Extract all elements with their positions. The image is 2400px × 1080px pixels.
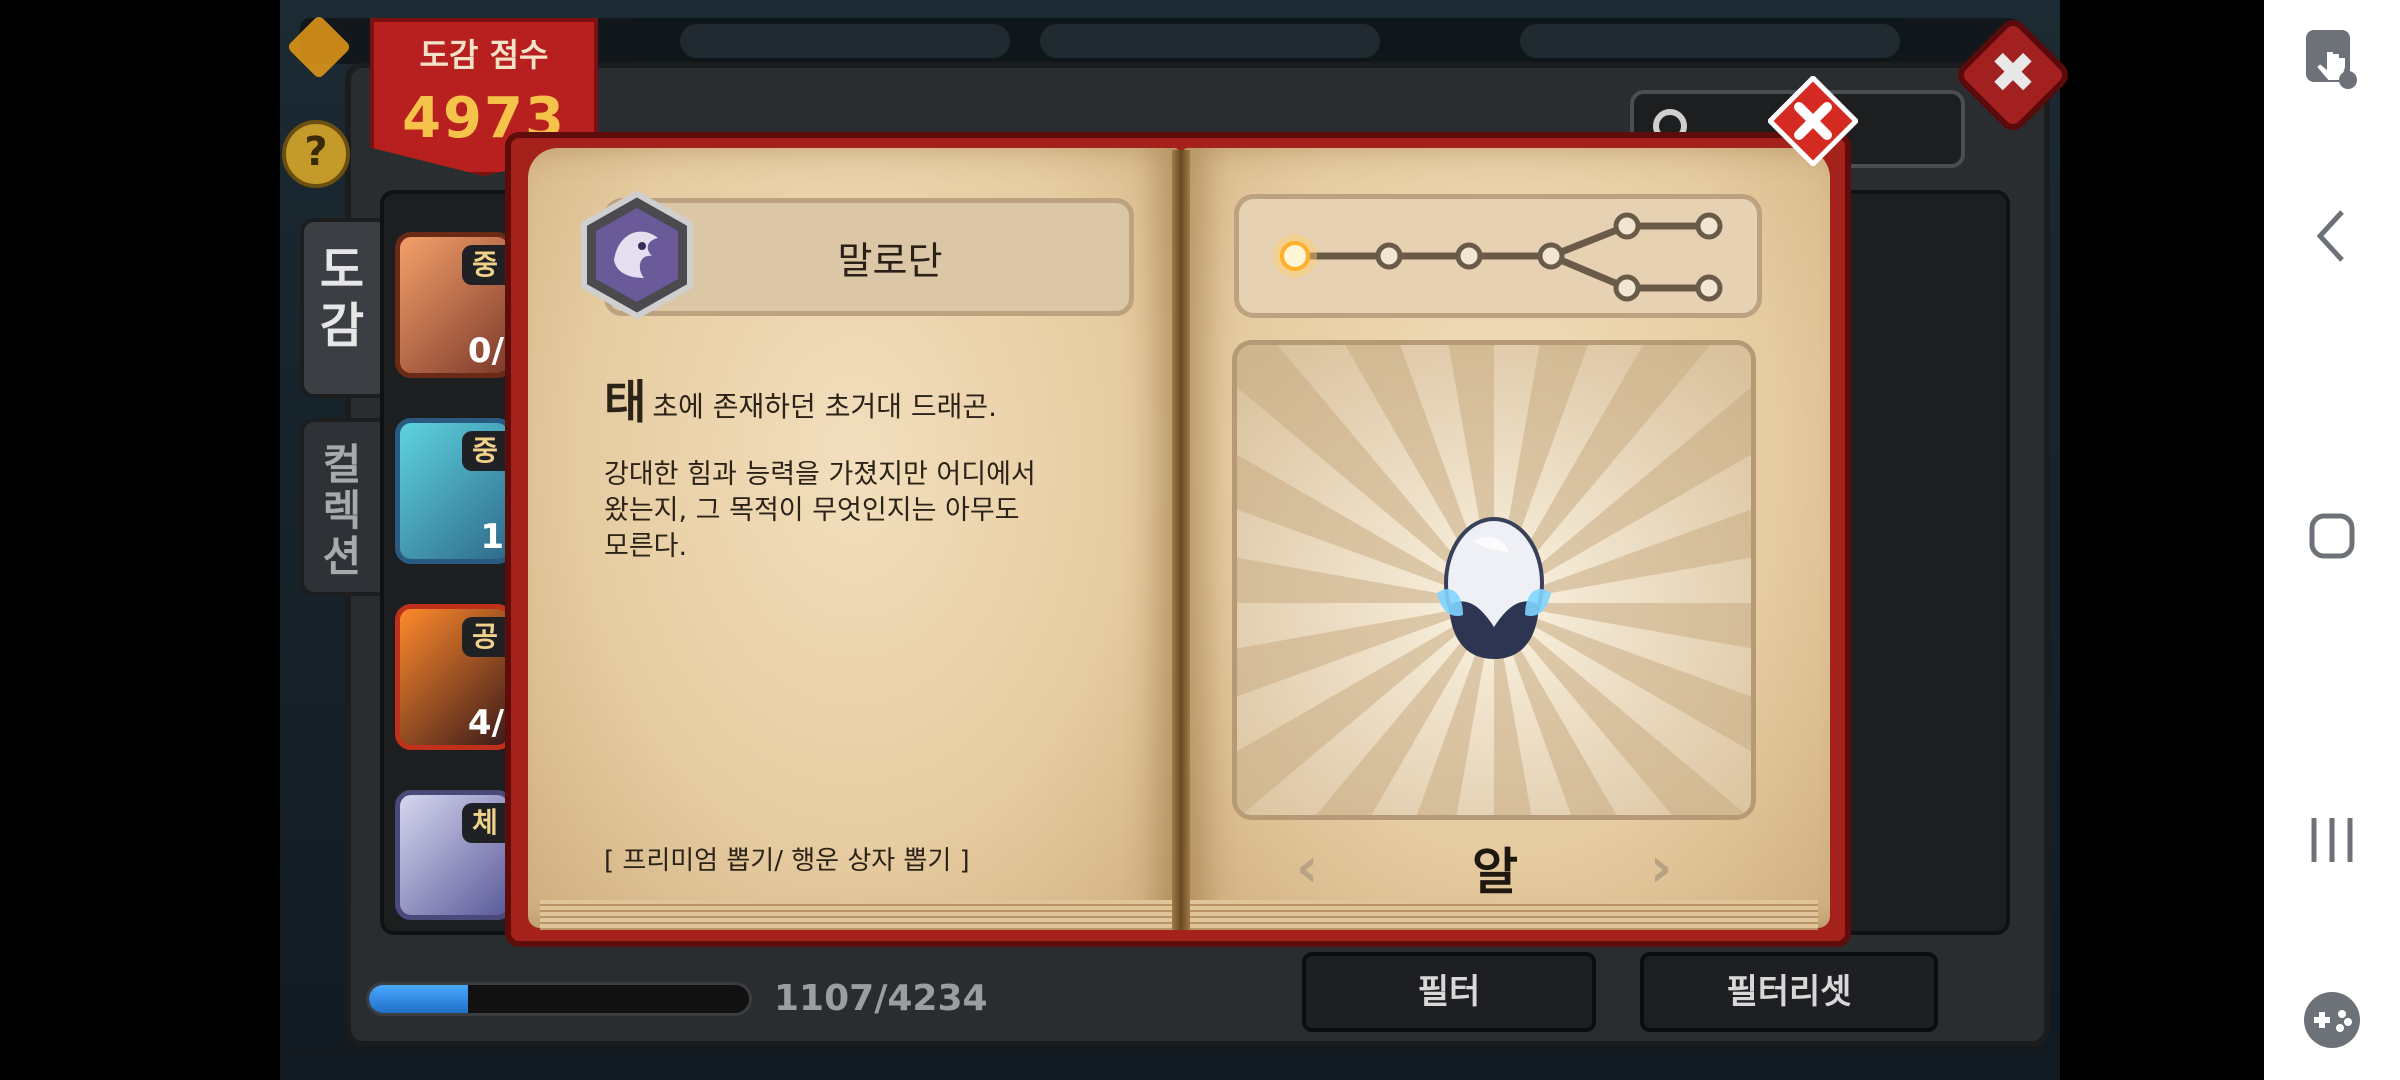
evolution-path [1273, 212, 1723, 302]
list-item[interactable]: 체 [395, 790, 513, 920]
home-icon[interactable] [2292, 496, 2372, 576]
card-tag: 중 [462, 431, 508, 471]
monster-name: 말로단 [837, 239, 943, 283]
resource-pill [1520, 24, 1900, 58]
description-line: 왔는지, 그 목적이 무엇인지는 아무도 [604, 495, 1020, 526]
card-count: 4/ [467, 703, 504, 743]
back-chevron-icon[interactable] [2292, 196, 2372, 276]
resource-pill [680, 24, 1010, 58]
resource-pill [1040, 24, 1380, 58]
evolution-node[interactable] [1613, 212, 1641, 240]
tab-dogam[interactable]: 도감 [300, 218, 384, 398]
description-dropcap: 태 [604, 375, 647, 429]
list-item[interactable]: 중 0/ [395, 232, 513, 378]
monster-artwork [1232, 340, 1756, 820]
android-nav-bar [2264, 0, 2400, 1080]
evolution-node[interactable] [1613, 274, 1641, 302]
evolution-node[interactable] [1695, 274, 1723, 302]
evolution-node-active[interactable] [1280, 241, 1310, 271]
close-x-icon: ✖ [1989, 41, 2037, 106]
game-tools-icon[interactable] [2292, 980, 2372, 1060]
help-icon[interactable]: ? [282, 120, 350, 188]
evolution-tree [1234, 194, 1762, 318]
tab-collection[interactable]: 컬렉션 [300, 418, 384, 596]
evolution-node[interactable] [1695, 212, 1723, 240]
page-edges [1186, 900, 1818, 930]
collection-progress-bar [366, 982, 752, 1016]
description-line: 모른다. [604, 531, 688, 562]
filter-button[interactable]: 필터 [1302, 952, 1596, 1032]
score-label: 도감 점수 [419, 36, 549, 74]
description-line: 강대한 힘과 능력을 가졌지만 어디에서 [604, 459, 1036, 490]
prev-stage-arrow[interactable]: ‹ [1296, 836, 1318, 899]
card-count: 1 [480, 517, 504, 557]
card-count: 0/ [467, 331, 504, 371]
book-spine [1172, 150, 1190, 930]
page-edges [540, 900, 1176, 930]
sunburst-background [1237, 345, 1751, 815]
evolution-stage-name: 알 [1472, 843, 1518, 901]
next-stage-arrow[interactable]: › [1650, 836, 1672, 899]
description-first-line: 초에 존재하던 초거대 드래곤. [652, 390, 998, 423]
book-close-button[interactable] [1768, 76, 1858, 166]
game-screen: ✖ 도감 컬렉션 중 0/ 중1 공 4/ 체 도감 점수 4973 ? 1107/… [0, 0, 2264, 1080]
card-tag: 체 [462, 803, 508, 843]
evolution-node[interactable] [1375, 242, 1403, 270]
card-tag: 중 [462, 245, 508, 285]
list-item[interactable]: 중1 [395, 418, 513, 564]
evolution-node[interactable] [1537, 242, 1565, 270]
acquire-source: [ 프리미엄 뽑기/ 행운 상자 뽑기 ] [604, 846, 970, 876]
progress-text: 1107/4234 [774, 978, 988, 1019]
monster-description: 태 초에 존재하던 초거대 드래곤. 강대한 힘과 능력을 가졌지만 어디에서 왔… [604, 379, 1124, 565]
evolution-node[interactable] [1455, 242, 1483, 270]
list-item[interactable]: 공 4/ [395, 604, 513, 750]
card-tag: 공 [462, 617, 508, 657]
recents-icon[interactable] [2292, 800, 2372, 880]
touch-lock-icon[interactable] [2292, 20, 2372, 100]
filter-reset-button[interactable]: 필터리셋 [1640, 952, 1938, 1032]
progress-fill [369, 985, 469, 1013]
